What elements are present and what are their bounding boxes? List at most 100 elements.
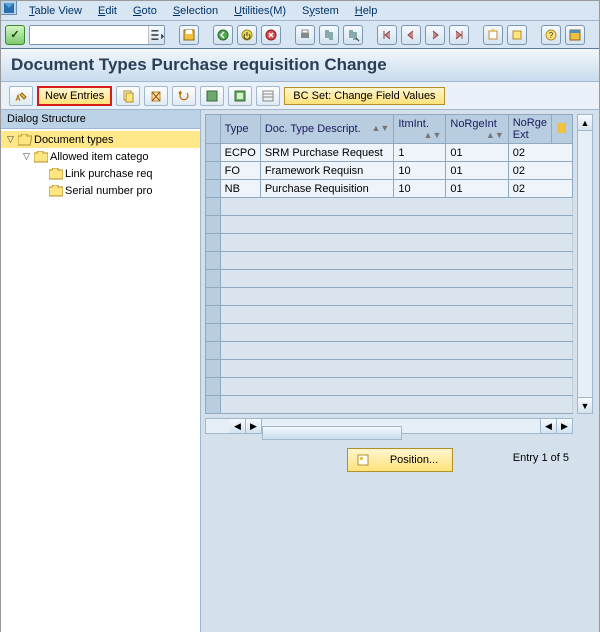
folder-open-icon	[18, 134, 32, 146]
tree-node-allowed-item-catego[interactable]: ▽ Allowed item catego	[1, 148, 200, 165]
menu-system[interactable]: System	[294, 3, 347, 19]
menu-goto[interactable]: Goto	[125, 3, 165, 19]
tree-node-label: Allowed item catego	[50, 151, 148, 163]
row-selector[interactable]	[206, 288, 221, 306]
col-norgeint[interactable]: NoRgeInt▲▼	[446, 115, 508, 144]
select-block-button[interactable]	[228, 86, 252, 106]
row-selector[interactable]	[206, 270, 221, 288]
cell-norgeext[interactable]: 02	[508, 162, 572, 180]
grid-body: ECPO SRM Purchase Request 1 01 02 FO Fra…	[206, 144, 573, 414]
tree-node-document-types[interactable]: ▽ Document types	[1, 131, 200, 148]
row-selector-header[interactable]	[206, 115, 221, 144]
menu-utilities[interactable]: Utilities(M)	[226, 3, 294, 19]
menu-selection[interactable]: Selection	[165, 3, 226, 19]
find-button[interactable]	[319, 25, 339, 45]
row-selector[interactable]	[206, 234, 221, 252]
cell-norgeint[interactable]: 01	[446, 162, 508, 180]
row-selector[interactable]	[206, 324, 221, 342]
copy-as-button[interactable]	[116, 86, 140, 106]
back-button[interactable]	[213, 25, 233, 45]
enter-button[interactable]: ✓	[5, 25, 25, 45]
new-entries-button[interactable]: New Entries	[37, 86, 112, 106]
first-page-button[interactable]	[377, 25, 397, 45]
table-row[interactable]: ECPO SRM Purchase Request 1 01 02	[206, 144, 573, 162]
row-selector[interactable]	[206, 252, 221, 270]
row-selector[interactable]	[206, 162, 221, 180]
save-button[interactable]	[179, 25, 199, 45]
cell-type[interactable]: ECPO	[220, 144, 260, 162]
command-field[interactable]	[30, 26, 148, 44]
row-selector[interactable]	[206, 378, 221, 396]
deselect-all-button[interactable]	[256, 86, 280, 106]
scroll-left-step-button[interactable]: ▶	[246, 419, 262, 433]
cell-type[interactable]: FO	[220, 162, 260, 180]
next-page-button[interactable]	[425, 25, 445, 45]
scroll-right-step-button[interactable]: ◀	[540, 419, 556, 433]
folder-icon	[34, 151, 48, 163]
scroll-up-button[interactable]: ▲	[578, 115, 592, 131]
tree-node-serial-number-pro[interactable]: Serial number pro	[1, 182, 200, 199]
change-display-button[interactable]	[9, 86, 33, 106]
command-history-dropdown[interactable]	[148, 26, 164, 44]
cell-itmint[interactable]: 10	[394, 180, 446, 198]
position-button[interactable]: Position...	[347, 448, 453, 472]
help-button[interactable]: ?	[541, 25, 561, 45]
bcset-button[interactable]: BC Set: Change Field Values	[284, 87, 444, 105]
cell-norgeint[interactable]: 01	[446, 180, 508, 198]
command-field-wrap	[29, 25, 165, 45]
scroll-down-button[interactable]: ▼	[578, 397, 592, 413]
expander-icon[interactable]: ▽	[5, 134, 16, 145]
scroll-left-button[interactable]: ◀	[230, 419, 246, 433]
row-selector[interactable]	[206, 144, 221, 162]
row-selector[interactable]	[206, 306, 221, 324]
undo-button[interactable]	[172, 86, 196, 106]
cell-type[interactable]: NB	[220, 180, 260, 198]
row-selector[interactable]	[206, 342, 221, 360]
configure-columns-button[interactable]	[551, 115, 572, 144]
menu-table-view[interactable]: Table View	[21, 3, 90, 19]
last-page-button[interactable]	[449, 25, 469, 45]
customize-layout-button[interactable]	[565, 25, 585, 45]
position-icon	[356, 453, 370, 467]
tree-node-label: Document types	[34, 134, 113, 146]
cell-itmint[interactable]: 10	[394, 162, 446, 180]
cell-norgeext[interactable]: 02	[508, 144, 572, 162]
cell-norgeext[interactable]: 02	[508, 180, 572, 198]
cell-desc[interactable]: SRM Purchase Request	[260, 144, 394, 162]
menu-edit[interactable]: Edit	[90, 3, 125, 19]
row-selector[interactable]	[206, 180, 221, 198]
row-selector[interactable]	[206, 198, 221, 216]
cell-itmint[interactable]: 1	[394, 144, 446, 162]
exit-button[interactable]	[237, 25, 257, 45]
row-selector[interactable]	[206, 396, 221, 414]
table-row[interactable]: NB Purchase Requisition 10 01 02	[206, 180, 573, 198]
col-itmint[interactable]: ItmInt.▲▼	[394, 115, 446, 144]
prev-page-button[interactable]	[401, 25, 421, 45]
vertical-scrollbar[interactable]: ▲ ▼	[577, 114, 593, 414]
horizontal-scrollbar[interactable]: ◀ ▶ ◀ ▶	[205, 418, 573, 434]
page-title: Document Types Purchase requisition Chan…	[1, 49, 599, 82]
col-norgeext[interactable]: NoRge Ext	[508, 115, 551, 144]
col-type[interactable]: Type	[220, 115, 260, 144]
scroll-track[interactable]	[578, 131, 592, 397]
expander-icon[interactable]: ▽	[21, 151, 32, 162]
cell-desc[interactable]: Purchase Requisition	[260, 180, 394, 198]
cell-desc[interactable]: Framework Requisn	[260, 162, 394, 180]
new-session-button[interactable]	[483, 25, 503, 45]
cancel-button[interactable]	[261, 25, 281, 45]
delete-button[interactable]	[144, 86, 168, 106]
shortcut-button[interactable]	[507, 25, 527, 45]
cell-norgeint[interactable]: 01	[446, 144, 508, 162]
sap-window-icon[interactable]	[1, 1, 17, 15]
scroll-right-button[interactable]: ▶	[556, 419, 572, 433]
tree-node-link-purchase-req[interactable]: Link purchase req	[1, 165, 200, 182]
position-label: Position...	[390, 454, 438, 466]
print-button[interactable]	[295, 25, 315, 45]
table-row[interactable]: FO Framework Requisn 10 01 02	[206, 162, 573, 180]
col-desc[interactable]: Doc. Type Descript.▲▼	[260, 115, 394, 144]
row-selector[interactable]	[206, 216, 221, 234]
menu-help[interactable]: Help	[347, 3, 386, 19]
select-all-button[interactable]	[200, 86, 224, 106]
row-selector[interactable]	[206, 360, 221, 378]
find-next-button[interactable]	[343, 25, 363, 45]
